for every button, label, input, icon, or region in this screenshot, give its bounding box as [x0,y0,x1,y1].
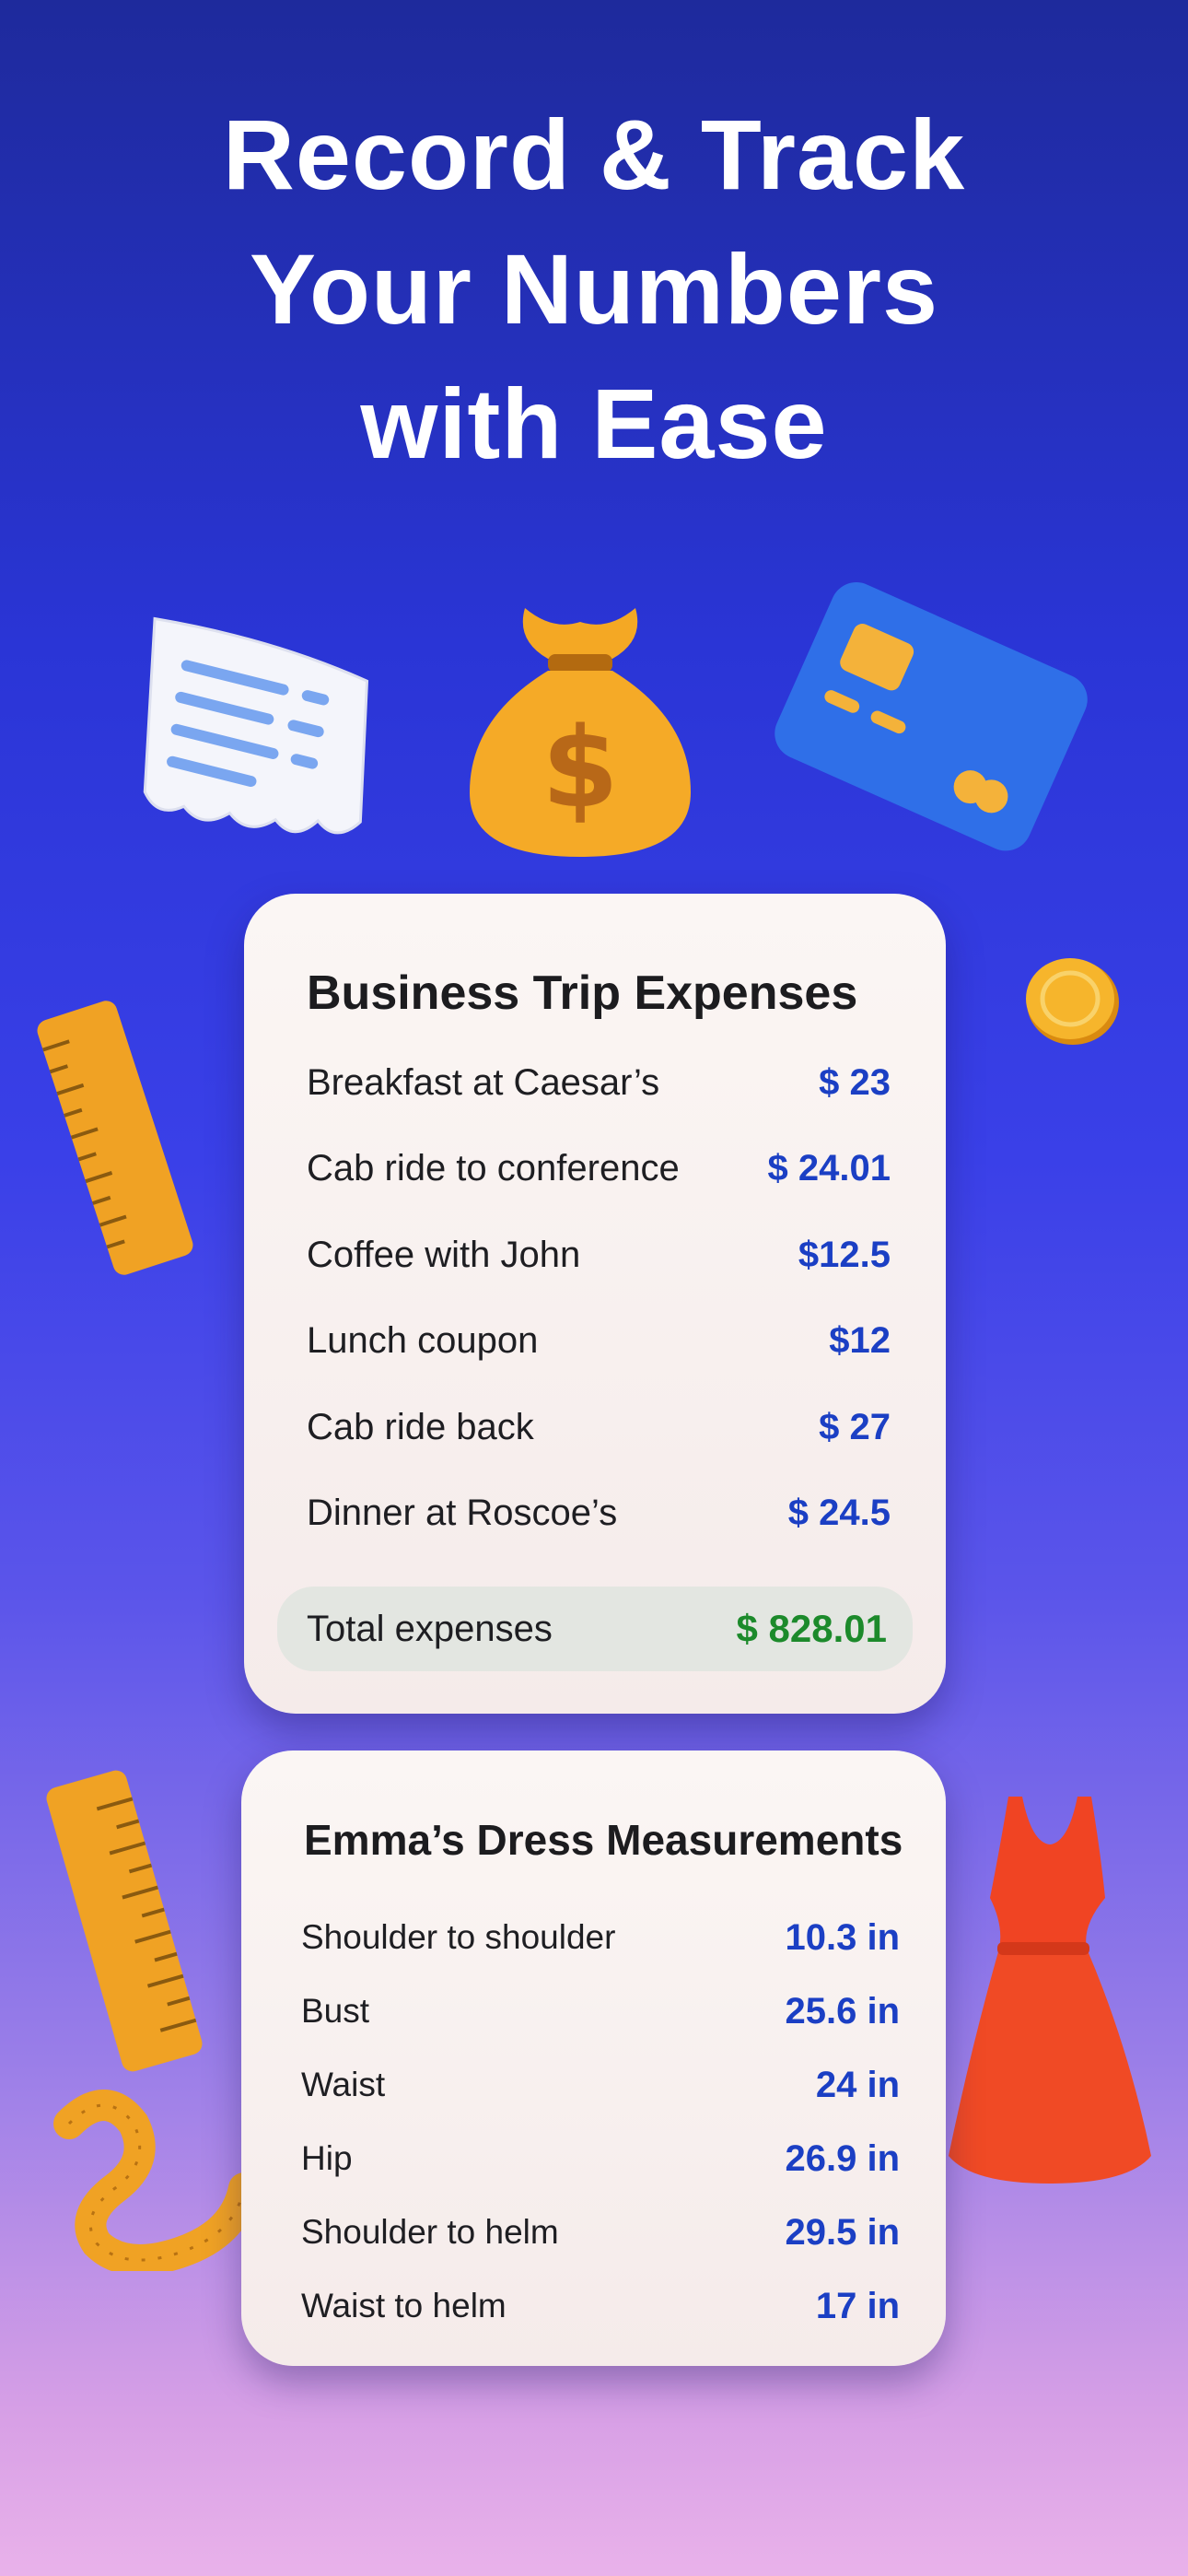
measurement-value: 26.9 in [785,2137,900,2179]
measurement-label: Waist [301,2066,386,2103]
expense-label: Cab ride back [307,1406,534,1447]
headline-line-1: Record & Track [222,99,966,210]
measurement-value: 17 in [815,2285,900,2326]
expense-label: Cab ride to conference [307,1147,680,1188]
measurement-label: Hip [301,2139,353,2177]
svg-text:$: $ [542,705,619,833]
headline: Record & Track Your Numbers with Ease [0,88,1188,491]
measurement-row: Bust 25.6 in [301,1985,900,2037]
expenses-card: Business Trip Expenses Breakfast at Caes… [244,894,946,1714]
ruler-icon [25,1758,224,2083]
expense-label: Coffee with John [307,1234,581,1275]
measurement-value: 25.6 in [785,1990,900,2032]
dress-icon [944,1787,1156,2193]
expense-value: $12 [829,1319,891,1361]
expense-row: Cab ride to conference $ 24.01 [307,1141,891,1196]
measurement-value: 29.5 in [785,2211,900,2253]
total-expenses-label: Total expenses [307,1609,553,1649]
measurements-card: Emma’s Dress Measurements Shoulder to sh… [241,1751,946,2366]
expense-value: $ 27 [819,1406,891,1447]
expense-row: Cab ride back $ 27 [307,1399,891,1455]
headline-line-3: with Ease [360,368,828,479]
expense-value: $ 23 [819,1061,891,1103]
total-expenses-row: Total expenses $ 828.01 [277,1587,913,1671]
money-bag-icon: $ [460,590,700,866]
expense-label: Dinner at Roscoe’s [307,1492,618,1533]
ruler-icon [16,988,215,1287]
expense-row: Lunch coupon $12 [307,1313,891,1368]
measuring-tape-icon [41,2087,260,2276]
expenses-title: Business Trip Expenses [307,966,858,1020]
expense-value: $ 24.5 [787,1492,891,1533]
expense-row: Dinner at Roscoe’s $ 24.5 [307,1485,891,1540]
total-expenses-value: $ 828.01 [736,1607,888,1650]
measurement-label: Waist to helm [301,2287,507,2324]
measurement-row: Waist 24 in [301,2059,900,2111]
measurement-value: 10.3 in [785,1916,900,1958]
expense-label: Lunch coupon [307,1319,539,1361]
measurements-title: Emma’s Dress Measurements [304,1816,903,1864]
measurement-label: Shoulder to helm [301,2213,559,2251]
measurement-row: Waist to helm 17 in [301,2280,900,2332]
measurement-row: Shoulder to helm 29.5 in [301,2207,900,2258]
measurement-row: Hip 26.9 in [301,2133,900,2184]
expense-row: Breakfast at Caesar’s $ 23 [307,1055,891,1110]
measurement-label: Shoulder to shoulder [301,1918,616,1956]
receipt-icon [90,605,407,869]
coin-icon [1022,949,1124,1050]
measurement-row: Shoulder to shoulder 10.3 in [301,1912,900,1963]
expense-label: Breakfast at Caesar’s [307,1061,660,1103]
measurement-value: 24 in [815,2064,900,2105]
expense-value: $ 24.01 [767,1147,891,1188]
headline-line-2: Your Numbers [249,233,939,345]
credit-card-icon [759,568,1102,869]
expense-row: Coffee with John $12.5 [307,1227,891,1282]
measurement-label: Bust [301,1992,370,2030]
expense-value: $12.5 [798,1234,891,1275]
